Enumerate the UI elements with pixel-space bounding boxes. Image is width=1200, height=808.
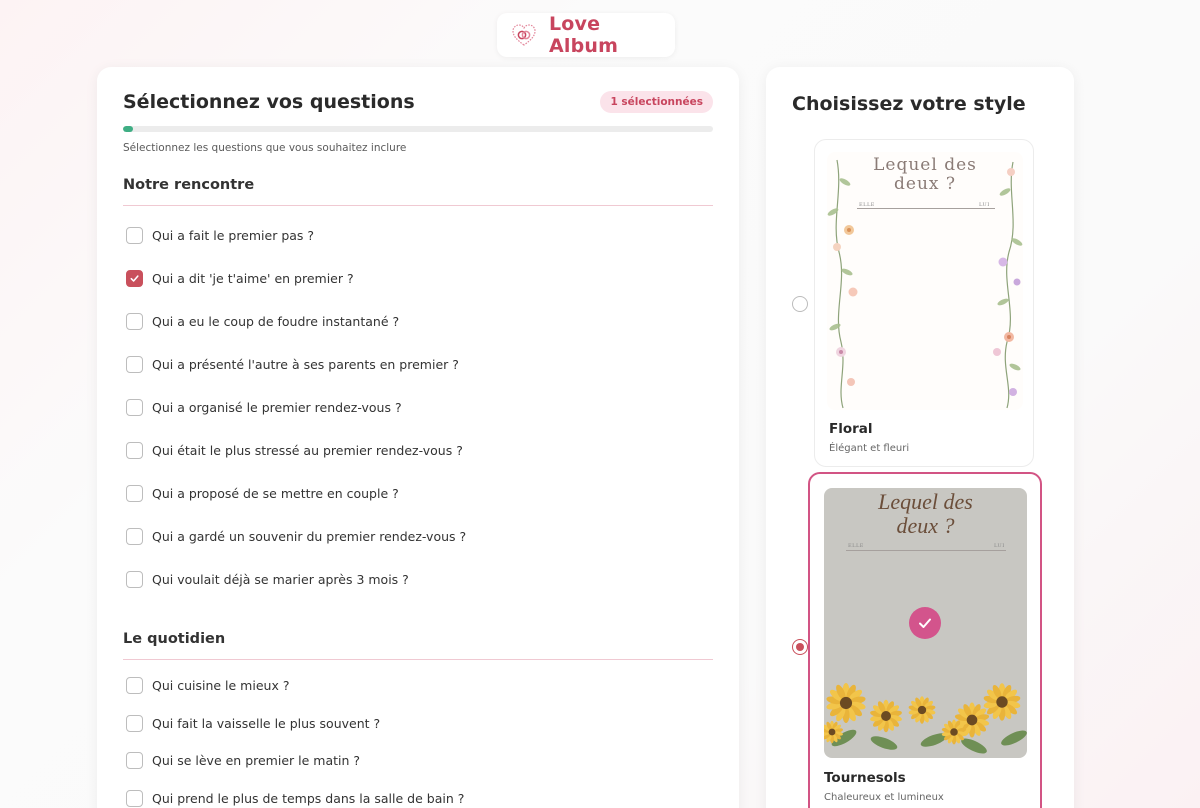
- logo-text: Love Album: [549, 13, 619, 57]
- style-radio-tournesols[interactable]: [792, 639, 808, 655]
- questions-subtitle: Sélectionnez les questions que vous souh…: [123, 142, 407, 154]
- checkbox[interactable]: [126, 752, 143, 770]
- floral-preview-left-label: ELLE: [859, 202, 875, 208]
- style-desc-tournesols: Chaleureux et lumineux: [824, 792, 944, 803]
- question-text: Qui était le plus stressé au premier ren…: [152, 443, 463, 458]
- question-text: Qui cuisine le mieux ?: [152, 678, 290, 694]
- floral-preview-title: Lequel des deux ?: [827, 156, 1023, 193]
- question-item[interactable]: Qui voulait déjà se marier après 3 mois …: [123, 558, 713, 601]
- style-name-tournesols: Tournesols: [824, 770, 906, 786]
- question-text: Qui prend le plus de temps dans la salle…: [152, 790, 465, 806]
- question-text: Qui fait la vaisselle le plus souvent ?: [152, 715, 381, 731]
- question-item[interactable]: Qui a proposé de se mettre en couple ?: [123, 472, 713, 515]
- question-item[interactable]: Qui a gardé un souvenir du premier rende…: [123, 515, 713, 558]
- selected-check-icon: [909, 607, 941, 639]
- section-title-quotidien: Le quotidien: [123, 631, 713, 660]
- floral-preview-right-label: LUI: [979, 202, 990, 208]
- checkbox[interactable]: [126, 789, 143, 807]
- question-text: Qui a organisé le premier rendez-vous ?: [152, 400, 402, 415]
- checkbox[interactable]: [126, 313, 143, 330]
- floral-preview-title-line1: Lequel des: [873, 155, 977, 175]
- question-text: Qui a fait le premier pas ?: [152, 228, 315, 243]
- tournesols-preview-divider: [846, 550, 1006, 551]
- question-item[interactable]: Qui a présenté l'autre à ses parents en …: [123, 343, 713, 386]
- style-radio-floral[interactable]: [792, 296, 808, 312]
- tournesols-preview-title-line2: deux ?: [896, 513, 955, 539]
- style-title: Choisissez votre style: [792, 93, 1026, 115]
- floral-preview-divider: [857, 208, 995, 209]
- checkbox[interactable]: [126, 399, 143, 416]
- question-item[interactable]: Qui a dit 'je t'aime' en premier ?: [123, 257, 713, 300]
- checkbox[interactable]: [126, 485, 143, 502]
- tournesols-preview-right-label: LUI: [994, 543, 1005, 549]
- question-item[interactable]: Qui fait la vaisselle le plus souvent ?: [123, 705, 713, 743]
- checkbox[interactable]: [126, 677, 143, 695]
- question-item[interactable]: Qui a organisé le premier rendez-vous ?: [123, 386, 713, 429]
- question-item[interactable]: Qui était le plus stressé au premier ren…: [123, 429, 713, 472]
- selection-progress-bar: [123, 126, 713, 132]
- style-name-floral: Floral: [829, 421, 873, 437]
- checkbox[interactable]: [126, 227, 143, 244]
- radio-selected-dot: [796, 643, 804, 651]
- selected-count-badge: 1 sélectionnées: [600, 91, 713, 113]
- questions-panel: Sélectionnez vos questions 1 sélectionné…: [97, 67, 739, 808]
- heart-rings-icon: [511, 22, 537, 48]
- question-text: Qui a présenté l'autre à ses parents en …: [152, 357, 459, 372]
- checkbox[interactable]: [126, 528, 143, 545]
- questions-title: Sélectionnez vos questions: [123, 91, 415, 113]
- style-panel: Choisissez votre style Lequel des deux ?…: [766, 67, 1074, 808]
- tournesols-preview-image: Lequel des deux ? ELLE LUI: [824, 488, 1027, 758]
- question-text: Qui se lève en premier le matin ?: [152, 753, 361, 769]
- question-text: Qui voulait déjà se marier après 3 mois …: [152, 572, 409, 587]
- checkbox[interactable]: [126, 442, 143, 459]
- app-logo[interactable]: Love Album: [497, 13, 675, 57]
- style-option-tournesols[interactable]: Lequel des deux ? ELLE LUI Tournesols Ch…: [808, 472, 1042, 808]
- question-item[interactable]: Qui se lève en premier le matin ?: [123, 742, 713, 780]
- tournesols-preview-title: Lequel des deux ?: [824, 489, 1027, 539]
- checkbox-checked[interactable]: [126, 270, 143, 287]
- style-desc-floral: Élégant et fleuri: [829, 443, 910, 454]
- question-text: Qui a eu le coup de foudre instantané ?: [152, 314, 400, 329]
- question-item[interactable]: Qui a eu le coup de foudre instantané ?: [123, 300, 713, 343]
- checkbox[interactable]: [126, 356, 143, 373]
- tournesols-preview-left-label: ELLE: [848, 543, 864, 549]
- question-text: Qui a proposé de se mettre en couple ?: [152, 486, 399, 501]
- floral-preview-image: Lequel des deux ? ELLE LUI: [827, 152, 1023, 410]
- question-text: Qui a gardé un souvenir du premier rende…: [152, 529, 467, 544]
- question-text: Qui a dit 'je t'aime' en premier ?: [152, 271, 354, 286]
- section-title-rencontre: Notre rencontre: [123, 177, 713, 206]
- tournesols-preview-title-line1: Lequel des: [878, 489, 973, 514]
- question-item[interactable]: Qui prend le plus de temps dans la salle…: [123, 780, 713, 808]
- question-list-quotidien: Qui cuisine le mieux ? Qui fait la vaisse…: [123, 667, 713, 808]
- style-option-floral[interactable]: Lequel des deux ? ELLE LUI Floral Élégan…: [814, 139, 1034, 467]
- checkbox[interactable]: [126, 571, 143, 588]
- progress-fill: [123, 126, 134, 132]
- question-item[interactable]: Qui a fait le premier pas ?: [123, 214, 713, 257]
- question-list-rencontre: Qui a fait le premier pas ? Qui a dit 'je…: [123, 214, 713, 601]
- question-item[interactable]: Qui cuisine le mieux ?: [123, 667, 713, 705]
- checkbox[interactable]: [126, 714, 143, 732]
- floral-preview-title-line2: deux ?: [894, 173, 956, 194]
